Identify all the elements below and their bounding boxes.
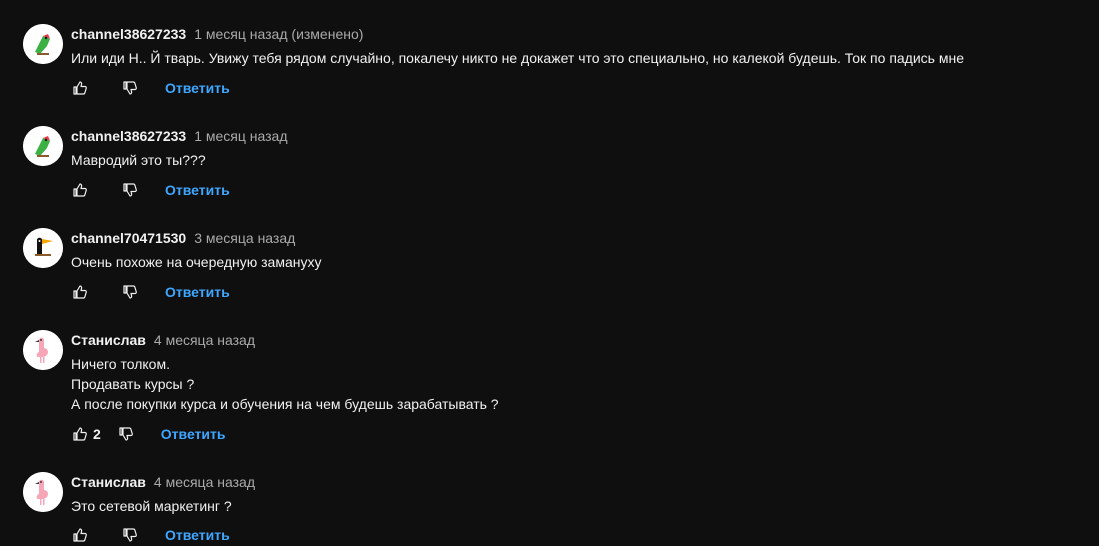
comment-line: Продавать курсы ? xyxy=(71,376,195,392)
reply-button[interactable]: Ответить xyxy=(165,282,230,302)
parrot-avatar[interactable] xyxy=(23,24,63,64)
comment-header: Станислав 4 месяца назад xyxy=(71,330,255,350)
thumbs-down-icon[interactable] xyxy=(121,283,139,301)
comment-item: Станислав 4 месяца назад Ничего толком. П… xyxy=(0,330,1099,450)
flamingo-avatar[interactable] xyxy=(23,330,63,370)
comment-time[interactable]: 1 месяц назад (изменено) xyxy=(194,26,363,42)
comment-item: Станислав 4 месяца назад Это сетевой марк… xyxy=(0,472,1099,546)
thumbs-up-icon[interactable] xyxy=(71,425,89,443)
comment-header: channel70471530 3 месяца назад xyxy=(71,228,295,248)
thumbs-down-icon[interactable] xyxy=(121,526,139,544)
comment-header: channel38627233 1 месяц назад xyxy=(71,126,288,146)
comment-author[interactable]: Станислав xyxy=(71,474,146,490)
comment-line: Это сетевой маркетинг ? xyxy=(71,498,232,514)
comment-actions: Ответить xyxy=(71,282,230,302)
comment-actions: Ответить xyxy=(71,180,230,200)
comment-line: Очень похоже на очередную замануху xyxy=(71,254,322,270)
comment-time[interactable]: 4 месяца назад xyxy=(154,332,255,348)
comment-actions: Ответить xyxy=(71,525,230,545)
comment-header: channel38627233 1 месяц назад (изменено) xyxy=(71,24,363,44)
comment-text: Это сетевой маркетинг ? xyxy=(71,496,232,516)
comment-item: channel70471530 3 месяца назад Очень похо… xyxy=(0,228,1099,308)
parrot-avatar[interactable] xyxy=(23,126,63,166)
thumbs-up-icon[interactable] xyxy=(71,79,89,97)
reply-button[interactable]: Ответить xyxy=(165,525,230,545)
thumbs-up-icon[interactable] xyxy=(71,526,89,544)
comment-author[interactable]: Станислав xyxy=(71,332,146,348)
comment-line: Или иди Н.. Й тварь. Увижу тебя рядом сл… xyxy=(71,50,964,66)
reply-button[interactable]: Ответить xyxy=(165,180,230,200)
comment-header: Станислав 4 месяца назад xyxy=(71,472,255,492)
comment-text: Очень похоже на очередную замануху xyxy=(71,252,321,272)
thumbs-up-icon[interactable] xyxy=(71,181,89,199)
reply-button[interactable]: Ответить xyxy=(165,78,230,98)
comment-text: Или иди Н.. Й тварь. Увижу тебя рядом сл… xyxy=(71,48,964,68)
thumbs-down-icon[interactable] xyxy=(117,425,135,443)
thumbs-down-icon[interactable] xyxy=(121,181,139,199)
toucan-avatar[interactable] xyxy=(23,228,63,268)
comment-line: Ничего толком. xyxy=(71,356,170,372)
comment-author[interactable]: channel38627233 xyxy=(71,128,186,144)
like-count: 2 xyxy=(93,426,101,442)
reply-button[interactable]: Ответить xyxy=(161,424,226,444)
comment-time[interactable]: 4 месяца назад xyxy=(154,474,255,490)
comment-item: channel38627233 1 месяц назад (изменено) … xyxy=(0,24,1099,104)
flamingo-avatar[interactable] xyxy=(23,472,63,512)
thumbs-up-icon[interactable] xyxy=(71,283,89,301)
comment-line: Мавродий это ты??? xyxy=(71,152,206,168)
comment-text: Мавродий это ты??? xyxy=(71,150,206,170)
comment-actions: Ответить xyxy=(71,78,230,98)
comment-author[interactable]: channel70471530 xyxy=(71,230,186,246)
comment-author[interactable]: channel38627233 xyxy=(71,26,186,42)
comment-time[interactable]: 1 месяц назад xyxy=(194,128,287,144)
comments-section: channel38627233 1 месяц назад (изменено) … xyxy=(0,0,1099,546)
comment-actions: 2 Ответить xyxy=(71,424,226,444)
comment-line: А после покупки курса и обучения на чем … xyxy=(71,396,499,412)
comment-time[interactable]: 3 месяца назад xyxy=(194,230,295,246)
thumbs-down-icon[interactable] xyxy=(121,79,139,97)
comment-text: Ничего толком. Продавать курсы ? А после… xyxy=(71,354,499,414)
comment-item: channel38627233 1 месяц назад Мавродий эт… xyxy=(0,126,1099,206)
